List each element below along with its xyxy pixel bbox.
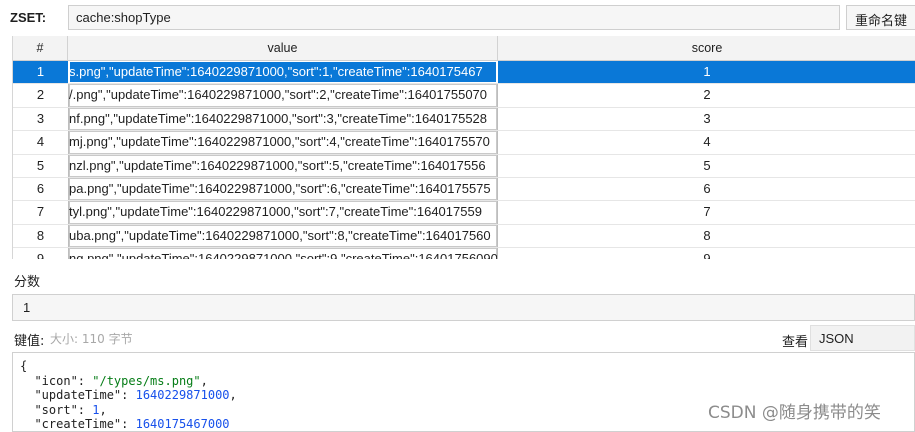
table-row[interactable]: 5 nzl.png","updateTime":1640229871000,"so… [13, 154, 915, 178]
table-row[interactable]: 4 mj.png","updateTime":1640229871000,"sor… [13, 131, 915, 155]
editor-token: , [229, 388, 237, 402]
table-row[interactable]: 3 nf.png","updateTime":1640229871000,"sor… [13, 107, 915, 132]
editor-token: "/types/ms.png" [92, 373, 201, 388]
editor-token: { [20, 359, 28, 373]
row-value-cell: ng.png","updateTime":1640229871000,"sort… [68, 248, 498, 259]
editor-line: { [20, 359, 914, 374]
row-score-cell: 4 [703, 134, 711, 150]
column-header-index[interactable]: # [13, 36, 68, 60]
editor-token: , [99, 402, 107, 417]
table-row[interactable]: 1 s.png","updateTime":1640229871000,"sort… [13, 61, 915, 85]
row-score-cell: 8 [703, 227, 711, 243]
view-as-label: 查看 [782, 335, 809, 350]
row-value-cell: s.png","updateTime":1640229871000,"sort"… [68, 61, 498, 84]
row-value-cell: mj.png","updateTime":1640229871000,"sort… [68, 131, 498, 154]
key-name-input[interactable]: cache:shopType [68, 5, 840, 30]
zset-members-table: # value score 1 s.png","updateTime":16402… [12, 36, 915, 259]
table-row[interactable]: 9 ng.png","updateTime":1640229871000,"sor… [13, 248, 915, 259]
row-index-cell: 3 [36, 110, 45, 126]
row-score-cell: 1 [703, 64, 711, 79]
row-value-cell: nzl.png","updateTime":1640229871000,"sor… [68, 154, 498, 177]
row-value-cell: /.png","updateTime":1640229871000,"sort"… [68, 84, 498, 107]
row-value-cell: uba.png","updateTime":1640229871000,"sor… [68, 224, 498, 248]
table-row[interactable]: 2 /.png","updateTime":1640229871000,"sort… [13, 84, 915, 108]
row-index-cell: 9 [36, 251, 45, 259]
row-score-cell: 9 [703, 251, 711, 259]
editor-token: "icon": [20, 373, 93, 388]
row-score-cell: 3 [703, 110, 711, 126]
table-header: # value score [13, 36, 915, 61]
row-index-cell: 7 [36, 204, 45, 220]
value-label: 键值: [14, 334, 45, 349]
row-index-cell: 1 [36, 64, 45, 79]
key-type-label: ZSET: [10, 10, 47, 25]
score-input[interactable]: 1 [12, 294, 915, 321]
row-value-cell: tyl.png","updateTime":1640229871000,"sor… [68, 201, 498, 224]
value-size-text: 大小: 110 字节 [50, 332, 133, 346]
column-header-score[interactable]: score [498, 36, 915, 60]
row-value-cell: nf.png","updateTime":1640229871000,"sort… [68, 107, 498, 131]
editor-token: "sort": [20, 402, 93, 417]
editor-line: "icon": "/types/ms.png", [20, 374, 914, 389]
editor-token: , [200, 373, 208, 388]
row-index-cell: 8 [36, 227, 45, 243]
table-row[interactable]: 8 uba.png","updateTime":1640229871000,"so… [13, 224, 915, 249]
row-score-cell: 2 [703, 87, 711, 103]
watermark-text: CSDN @随身携带的笑 [708, 403, 881, 423]
row-score-cell: 5 [703, 157, 711, 173]
rename-key-button[interactable]: 重命名键 [846, 5, 915, 30]
row-index-cell: 5 [36, 157, 45, 173]
row-index-cell: 4 [36, 134, 45, 150]
view-format-select[interactable]: JSON [810, 325, 915, 351]
editor-token: 1640229871000 [135, 388, 230, 402]
score-label: 分数 [14, 275, 41, 290]
row-score-cell: 6 [703, 181, 711, 196]
column-header-value[interactable]: value [68, 36, 498, 60]
row-value-cell: pa.png","updateTime":1640229871000,"sort… [68, 178, 498, 201]
row-index-cell: 2 [36, 87, 45, 103]
row-index-cell: 6 [36, 181, 45, 196]
editor-token: "updateTime": [20, 388, 136, 402]
row-score-cell: 7 [703, 204, 711, 220]
table-row[interactable]: 7 tyl.png","updateTime":1640229871000,"so… [13, 201, 915, 225]
table-row[interactable]: 6 pa.png","updateTime":1640229871000,"sor… [13, 178, 915, 202]
